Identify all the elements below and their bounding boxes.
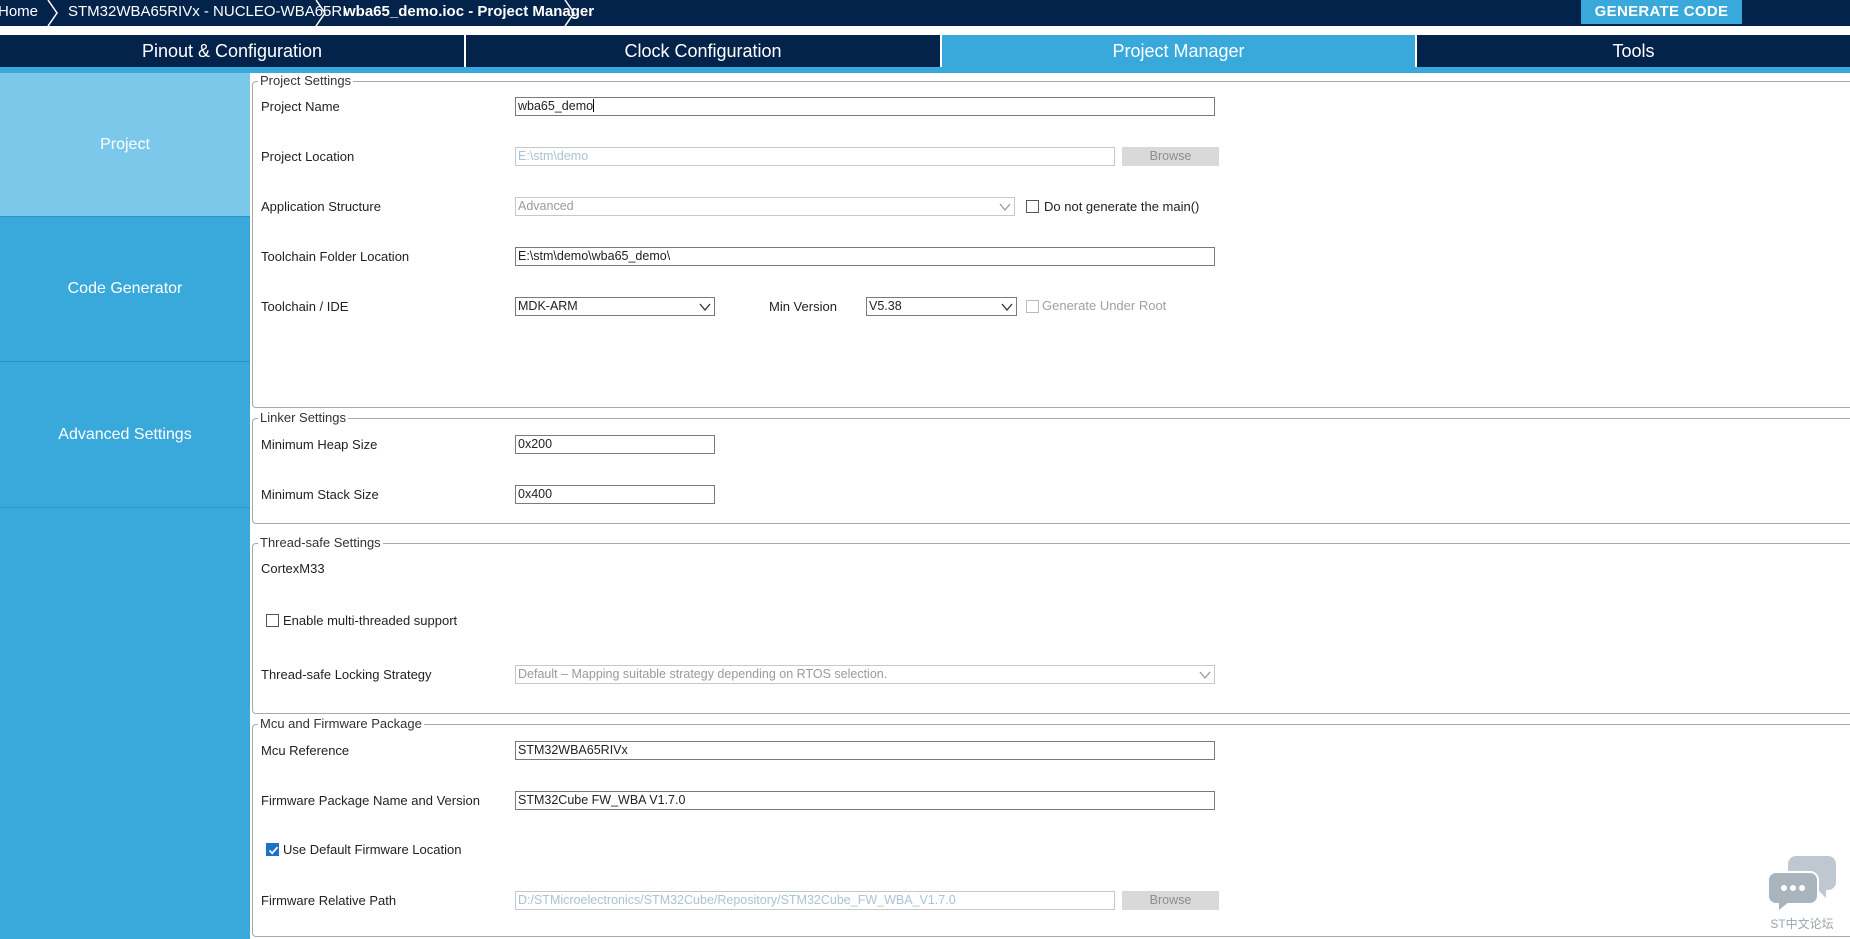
min-version-label: Min Version [769, 299, 837, 314]
group-title: Mcu and Firmware Package [258, 716, 424, 732]
toolchain-ide-label: Toolchain / IDE [261, 299, 349, 314]
chevron-down-icon [1199, 671, 1211, 680]
sidebar-item-label: Code Generator [67, 280, 183, 297]
sidebar-item-advanced-settings[interactable]: Advanced Settings [0, 362, 250, 508]
breadcrumb: Home STM32WBA65RIVx - NUCLEO-WBA65RI wba… [0, 0, 1850, 26]
tab-pinout-configuration[interactable]: Pinout & Configuration [0, 35, 464, 67]
sidebar: Project Code Generator Advanced Settings [0, 73, 250, 939]
sidebar-item-code-generator[interactable]: Code Generator [0, 217, 250, 362]
project-name-label: Project Name [261, 99, 340, 114]
breadcrumb-device[interactable]: STM32WBA65RIVx - NUCLEO-WBA65RI [68, 0, 346, 24]
firmware-package-input[interactable]: STM32Cube FW_WBA V1.7.0 [515, 791, 1215, 810]
app-window: Home STM32WBA65RIVx - NUCLEO-WBA65RI wba… [0, 0, 1850, 939]
chevron-down-icon [999, 203, 1011, 212]
generate-under-root-label: Generate Under Root [1042, 298, 1167, 313]
sidebar-item-label: Project [100, 135, 150, 153]
no-main-label: Do not generate the main() [1044, 199, 1200, 214]
project-settings-group: Project Settings [252, 73, 1850, 408]
core-label: CortexM33 [261, 561, 325, 576]
use-default-location-label: Use Default Firmware Location [283, 842, 462, 857]
project-manager-panel: Project Settings Project Name wba65_demo… [252, 73, 1850, 939]
tab-tools[interactable]: Tools [1417, 35, 1850, 67]
toolchain-folder-label: Toolchain Folder Location [261, 249, 410, 264]
generate-code-button[interactable]: GENERATE CODE [1581, 0, 1742, 24]
sidebar-item-label: Advanced Settings [58, 425, 192, 443]
group-title: Thread-safe Settings [258, 535, 383, 551]
stack-size-input[interactable]: 0x400 [515, 485, 715, 504]
no-main-checkbox[interactable] [1026, 200, 1039, 213]
multithread-label: Enable multi-threaded support [283, 613, 458, 628]
firmware-path-label: Firmware Relative Path [261, 893, 397, 908]
breadcrumb-file[interactable]: wba65_demo.ioc - Project Manager [344, 0, 594, 24]
chat-bubble-icon [1767, 856, 1836, 915]
generate-under-root-checkbox[interactable] [1026, 300, 1039, 313]
group-title: Project Settings [258, 73, 354, 89]
project-location-input[interactable]: E:\stm\demo [515, 147, 1115, 166]
app-structure-select[interactable]: Advanced [515, 197, 1015, 216]
firmware-path-browse-button[interactable]: Browse [1122, 891, 1219, 910]
project-location-browse-button[interactable]: Browse [1122, 147, 1219, 166]
mcu-reference-label: Mcu Reference [261, 743, 350, 758]
locking-strategy-label: Thread-safe Locking Strategy [261, 667, 432, 682]
project-name-input[interactable]: wba65_demo [515, 97, 1215, 116]
checkmark-icon [268, 846, 279, 855]
tab-project-manager[interactable]: Project Manager [942, 35, 1415, 67]
firmware-path-input[interactable]: D:/STMicroelectronics/STM32Cube/Reposito… [515, 891, 1115, 910]
chevron-right-icon [315, 0, 326, 26]
chevron-down-icon [1001, 303, 1013, 312]
forum-watermark: ST中文论坛 [1762, 852, 1842, 937]
toolchain-ide-select[interactable]: MDK-ARM [515, 297, 715, 316]
thread-safe-settings-group: Thread-safe Settings [252, 535, 1850, 714]
min-version-select[interactable]: V5.38 [866, 297, 1017, 316]
breadcrumb-home[interactable]: Home [0, 0, 38, 24]
text-cursor [593, 99, 595, 112]
use-default-location-checkbox[interactable] [266, 843, 279, 856]
chevron-down-icon [699, 303, 711, 312]
app-structure-label: Application Structure [261, 199, 381, 214]
heap-size-input[interactable]: 0x200 [515, 435, 715, 454]
group-title: Linker Settings [258, 410, 348, 426]
toolchain-folder-input[interactable]: E:\stm\demo\wba65_demo\ [515, 247, 1215, 266]
tab-clock-configuration[interactable]: Clock Configuration [466, 35, 940, 67]
firmware-package-label: Firmware Package Name and Version [261, 793, 480, 808]
stack-size-label: Minimum Stack Size [261, 487, 379, 502]
sidebar-item-project[interactable]: Project [0, 73, 250, 217]
chevron-right-icon [564, 0, 575, 26]
multithread-checkbox[interactable] [266, 614, 279, 627]
chevron-right-icon [47, 0, 58, 26]
linker-settings-group: Linker Settings [252, 410, 1850, 524]
forum-watermark-text: ST中文论坛 [1770, 917, 1834, 931]
heap-size-label: Minimum Heap Size [261, 437, 378, 452]
main-tabs: Pinout & Configuration Clock Configurati… [0, 35, 1850, 67]
mcu-reference-input[interactable]: STM32WBA65RIVx [515, 741, 1215, 760]
locking-strategy-select[interactable]: Default – Mapping suitable strategy depe… [515, 665, 1215, 684]
project-location-label: Project Location [261, 149, 355, 164]
